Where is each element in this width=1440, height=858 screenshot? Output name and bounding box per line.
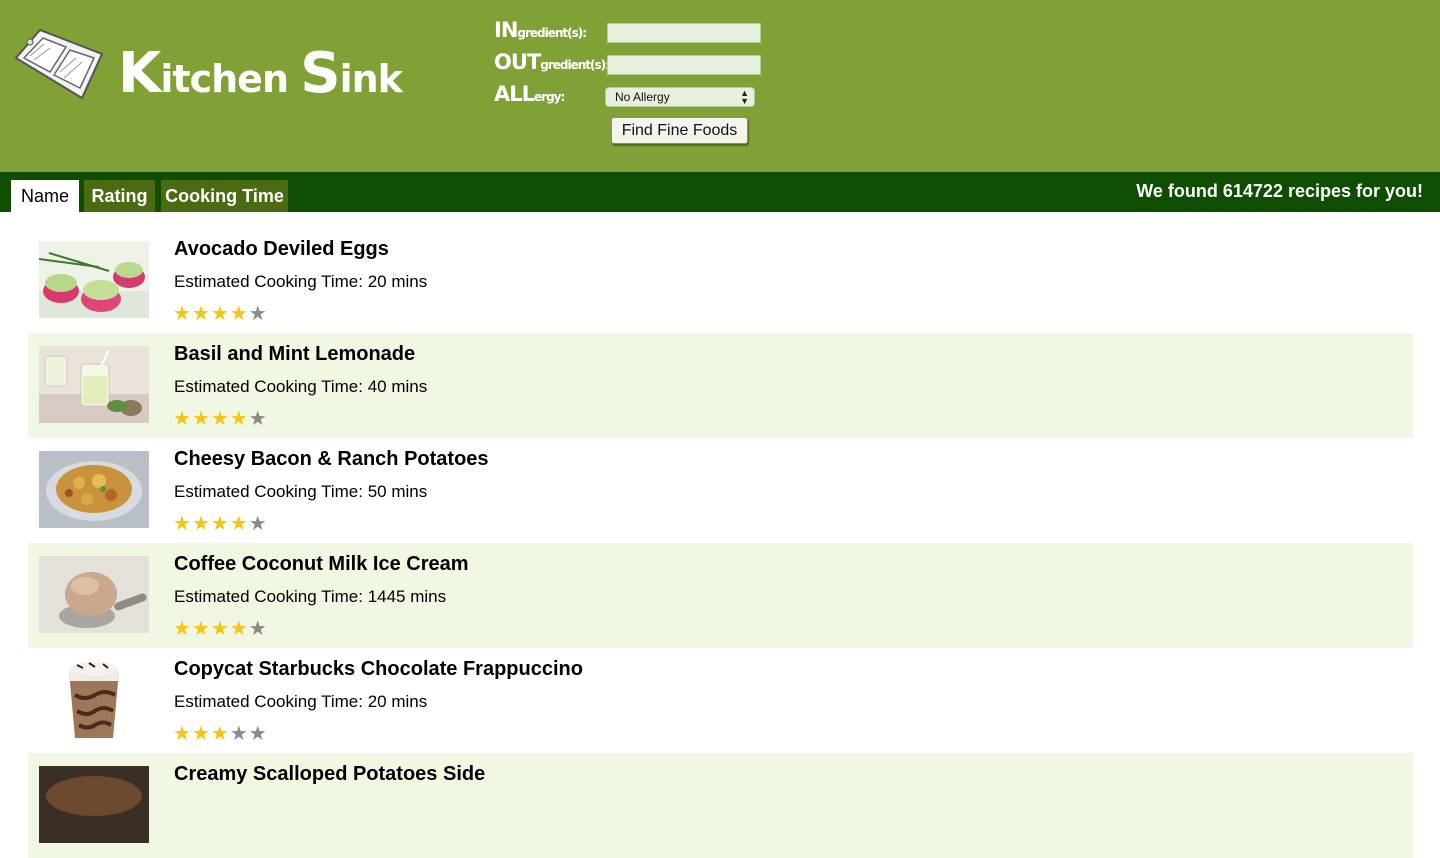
- star-filled-icon: ★: [210, 723, 230, 745]
- star-filled-icon: ★: [173, 408, 192, 430]
- recipe-title[interactable]: Coffee Coconut Milk Ice Cream: [174, 553, 469, 576]
- outgredients-label: OUTgredient(s):: [494, 50, 610, 74]
- star-empty-icon: ★: [248, 723, 268, 745]
- recipe-title[interactable]: Cheesy Bacon & Ranch Potatoes: [174, 448, 489, 471]
- recipe-thumbnail-image[interactable]: [39, 451, 149, 528]
- logo-letter-s: S: [300, 41, 340, 106]
- recipe-title[interactable]: Basil and Mint Lemonade: [174, 343, 415, 366]
- kitchen-sink-logo-icon[interactable]: [10, 28, 104, 102]
- select-arrows-icon: ▲ ▼: [740, 88, 749, 106]
- star-filled-icon: ★: [191, 408, 211, 430]
- ingredients-input[interactable]: [607, 23, 761, 43]
- recipe-list: Avocado Deviled Eggs Estimated Cooking T…: [28, 228, 1413, 858]
- star-empty-icon: ★: [248, 618, 268, 640]
- star-filled-icon: ★: [173, 618, 192, 640]
- allergy-select[interactable]: No Allergy ▲ ▼: [605, 87, 755, 107]
- find-fine-foods-button[interactable]: Find Fine Foods: [611, 117, 748, 144]
- star-empty-icon: ★: [248, 303, 268, 325]
- star-filled-icon: ★: [191, 513, 211, 535]
- star-filled-icon: ★: [173, 513, 192, 535]
- recipe-rating: ★★★★★: [173, 511, 268, 536]
- recipe-thumbnail-image[interactable]: [39, 241, 149, 318]
- star-filled-icon: ★: [191, 303, 211, 325]
- logo-letter-k: K: [118, 41, 161, 106]
- star-empty-icon: ★: [229, 723, 249, 745]
- recipe-cooking-time: Estimated Cooking Time: 20 mins: [174, 272, 428, 291]
- recipe-cooking-time: Estimated Cooking Time: 1445 mins: [174, 587, 447, 606]
- ingredients-label: INgredient(s):: [494, 18, 587, 42]
- recipe-rating: ★★★★★: [173, 301, 268, 326]
- star-filled-icon: ★: [191, 618, 211, 640]
- recipe-row[interactable]: Copycat Starbucks Chocolate Frappuccino …: [28, 648, 1413, 753]
- star-filled-icon: ★: [229, 408, 249, 430]
- recipe-rating: ★★★★★: [173, 406, 268, 431]
- recipe-thumbnail-image[interactable]: [39, 346, 149, 423]
- tab-rating[interactable]: Rating: [84, 180, 155, 212]
- outgredients-input[interactable]: [607, 55, 761, 75]
- recipe-row[interactable]: Avocado Deviled Eggs Estimated Cooking T…: [28, 228, 1413, 333]
- tab-cooking-time[interactable]: Cooking Time: [161, 180, 288, 212]
- recipe-cooking-time: Estimated Cooking Time: 20 mins: [174, 692, 428, 711]
- allergy-selected-value: No Allergy: [615, 90, 670, 104]
- recipe-thumbnail-image[interactable]: [39, 661, 149, 738]
- recipe-row[interactable]: Coffee Coconut Milk Ice Cream Estimated …: [28, 543, 1413, 648]
- logo-text-ink: ink: [339, 57, 403, 101]
- site-header: Kitchen Sink INgredient(s): OUTgredient(…: [0, 0, 1440, 172]
- star-empty-icon: ★: [248, 513, 268, 535]
- site-logo[interactable]: Kitchen Sink: [118, 41, 403, 106]
- star-filled-icon: ★: [210, 408, 230, 430]
- logo-text-itchen: itchen: [160, 57, 301, 101]
- star-filled-icon: ★: [173, 303, 192, 325]
- star-filled-icon: ★: [210, 618, 230, 640]
- recipe-cooking-time: Estimated Cooking Time: 40 mins: [174, 377, 428, 396]
- recipe-rating: ★★★★★: [173, 616, 268, 641]
- recipe-title[interactable]: Copycat Starbucks Chocolate Frappuccino: [174, 658, 583, 681]
- recipe-row[interactable]: Basil and Mint Lemonade Estimated Cookin…: [28, 333, 1413, 438]
- recipe-thumbnail-image[interactable]: [39, 766, 149, 843]
- star-filled-icon: ★: [210, 513, 230, 535]
- recipe-rating: ★★★★★: [173, 721, 268, 746]
- recipe-cooking-time: Estimated Cooking Time: 50 mins: [174, 482, 428, 501]
- sort-tab-bar: Name Rating Cooking Time We found 614722…: [0, 172, 1440, 212]
- recipe-thumbnail-image[interactable]: [39, 556, 149, 633]
- star-filled-icon: ★: [210, 303, 230, 325]
- star-filled-icon: ★: [173, 723, 192, 745]
- star-filled-icon: ★: [191, 723, 211, 745]
- results-count: We found 614722 recipes for you!: [1136, 181, 1423, 201]
- recipe-title[interactable]: Creamy Scalloped Potatoes Side: [174, 763, 485, 786]
- star-filled-icon: ★: [229, 303, 249, 325]
- star-empty-icon: ★: [248, 408, 268, 430]
- tab-name[interactable]: Name: [11, 180, 79, 212]
- recipe-title[interactable]: Avocado Deviled Eggs: [174, 238, 389, 261]
- star-filled-icon: ★: [229, 513, 249, 535]
- recipe-row[interactable]: Cheesy Bacon & Ranch Potatoes Estimated …: [28, 438, 1413, 543]
- star-filled-icon: ★: [229, 618, 249, 640]
- allergy-label: ALLergy:: [494, 82, 565, 106]
- recipe-row[interactable]: Creamy Scalloped Potatoes Side: [28, 753, 1413, 858]
